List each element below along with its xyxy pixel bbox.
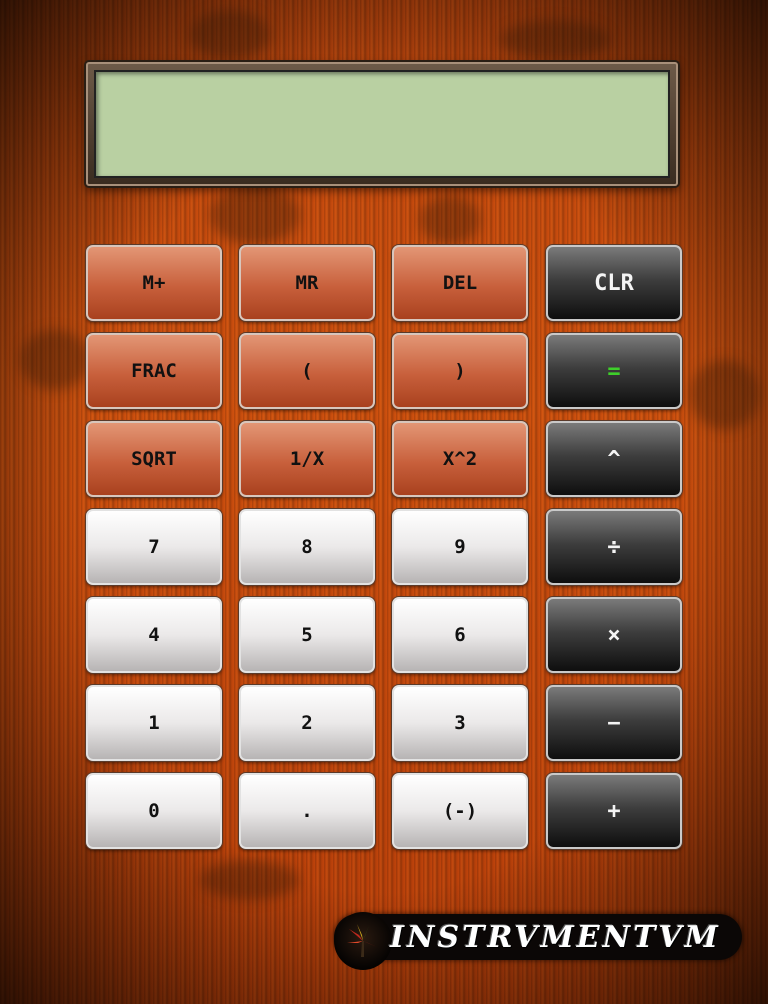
clear-button[interactable]: CLR <box>546 245 682 321</box>
digit-8-button[interactable]: 8 <box>239 509 375 585</box>
memory-recall-button[interactable]: MR <box>239 245 375 321</box>
digit-0-button[interactable]: 0 <box>86 773 222 849</box>
wood-stain <box>500 20 610 60</box>
digit-3-button[interactable]: 3 <box>392 685 528 761</box>
left-paren-button[interactable]: ( <box>239 333 375 409</box>
digit-2-button[interactable]: 2 <box>239 685 375 761</box>
multiply-button[interactable]: × <box>546 597 682 673</box>
wood-stain <box>210 185 300 245</box>
wood-stain <box>420 195 480 245</box>
digit-4-button[interactable]: 4 <box>86 597 222 673</box>
fraction-button[interactable]: FRAC <box>86 333 222 409</box>
wood-stain <box>20 330 90 390</box>
memory-add-button[interactable]: M+ <box>86 245 222 321</box>
digit-1-button[interactable]: 1 <box>86 685 222 761</box>
square-button[interactable]: X^2 <box>392 421 528 497</box>
subtract-button[interactable]: − <box>546 685 682 761</box>
display-bezel <box>86 62 678 186</box>
right-paren-button[interactable]: ) <box>392 333 528 409</box>
decimal-point-button[interactable]: . <box>239 773 375 849</box>
equals-button[interactable]: = <box>546 333 682 409</box>
wood-stain <box>190 10 270 60</box>
add-button[interactable]: + <box>546 773 682 849</box>
digit-5-button[interactable]: 5 <box>239 597 375 673</box>
power-button[interactable]: ^ <box>546 421 682 497</box>
wood-stain <box>200 860 300 900</box>
digit-7-button[interactable]: 7 <box>86 509 222 585</box>
reciprocal-button[interactable]: 1/X <box>239 421 375 497</box>
digit-9-button[interactable]: 9 <box>392 509 528 585</box>
delete-button[interactable]: DEL <box>392 245 528 321</box>
negate-button[interactable]: (-) <box>392 773 528 849</box>
flower-emblem-icon <box>334 912 392 970</box>
brand-name: INSTRVMENTVM <box>390 920 721 955</box>
divide-button[interactable]: ÷ <box>546 509 682 585</box>
digit-6-button[interactable]: 6 <box>392 597 528 673</box>
brand-logo: INSTRVMENTVM <box>334 912 742 970</box>
wood-stain <box>690 360 760 430</box>
display-screen <box>94 70 670 178</box>
square-root-button[interactable]: SQRT <box>86 421 222 497</box>
